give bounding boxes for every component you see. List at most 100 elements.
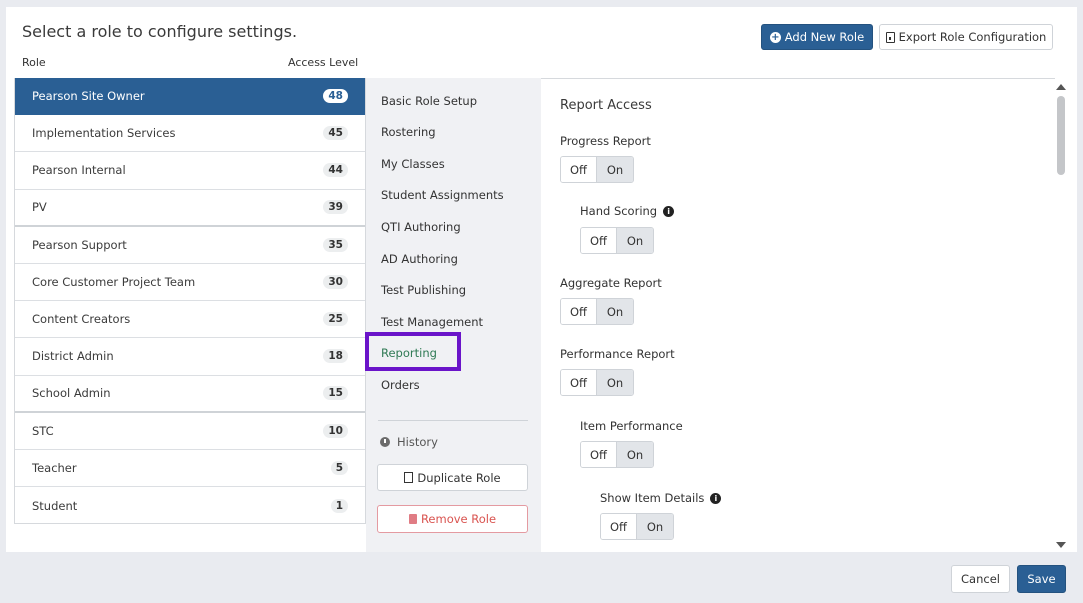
- toggle-on-option[interactable]: On: [617, 442, 653, 467]
- nav-item-ad-authoring[interactable]: AD Authoring: [381, 252, 458, 266]
- access-level-badge: 35: [323, 237, 348, 252]
- role-item-stc[interactable]: STC 10: [15, 413, 365, 450]
- item-performance-toggle[interactable]: Off On: [580, 441, 654, 468]
- role-name: School Admin: [32, 386, 111, 401]
- nav-item-rostering[interactable]: Rostering: [381, 125, 436, 139]
- role-item-district-admin[interactable]: District Admin 18: [15, 338, 365, 376]
- info-icon[interactable]: i: [710, 492, 722, 504]
- setting-label-text: Aggregate Report: [560, 276, 662, 290]
- access-level-badge: 25: [323, 312, 348, 327]
- toggle-on-option[interactable]: On: [617, 228, 653, 253]
- role-item-core-customer-project-team[interactable]: Core Customer Project Team 30: [15, 264, 365, 302]
- nav-item-qti-authoring[interactable]: QTI Authoring: [381, 220, 461, 234]
- toggle-off-option[interactable]: Off: [601, 514, 637, 539]
- toggle-on-option[interactable]: On: [637, 514, 673, 539]
- toggle-on-option[interactable]: On: [597, 370, 633, 395]
- nav-item-student-assignments[interactable]: Student Assignments: [381, 188, 504, 202]
- history-link[interactable]: History: [380, 435, 438, 449]
- access-level-badge: 1: [330, 498, 348, 513]
- role-name: STC: [32, 423, 54, 438]
- progress-report-toggle[interactable]: Off On: [560, 156, 634, 183]
- toggle-off-option[interactable]: Off: [561, 157, 597, 182]
- column-header-access-level: Access Level: [288, 56, 359, 69]
- remove-role-button[interactable]: Remove Role: [377, 505, 528, 533]
- access-level-badge: 15: [323, 386, 348, 401]
- access-level-badge: 48: [323, 89, 348, 104]
- cancel-button[interactable]: Cancel: [951, 565, 1010, 593]
- setting-label-aggregate-report: Aggregate Report: [560, 276, 662, 290]
- toggle-off-option[interactable]: Off: [581, 442, 617, 467]
- role-item-pearson-support[interactable]: Pearson Support 35: [15, 227, 365, 264]
- setting-label-progress-report: Progress Report: [560, 134, 651, 148]
- role-item-student[interactable]: Student 1: [15, 487, 365, 524]
- role-item-teacher[interactable]: Teacher 5: [15, 450, 365, 488]
- role-name: Pearson Support: [32, 237, 127, 252]
- role-item-implementation-services[interactable]: Implementation Services 45: [15, 115, 365, 153]
- access-level-badge: 10: [323, 423, 348, 438]
- file-export-icon: [885, 31, 895, 43]
- role-item-school-admin[interactable]: School Admin 15: [15, 376, 365, 413]
- role-item-content-creators[interactable]: Content Creators 25: [15, 301, 365, 339]
- info-icon[interactable]: i: [663, 205, 675, 217]
- reporting-highlight-box: [365, 332, 461, 371]
- duplicate-role-button[interactable]: Duplicate Role: [377, 464, 528, 491]
- setting-label-text: Show Item Details: [600, 491, 705, 505]
- role-item-pearson-site-owner[interactable]: Pearson Site Owner 48: [15, 78, 365, 116]
- hand-scoring-toggle[interactable]: Off On: [580, 227, 654, 254]
- toggle-off-option[interactable]: Off: [581, 228, 617, 253]
- role-name: Content Creators: [32, 312, 131, 327]
- role-name: Pearson Site Owner: [32, 89, 145, 104]
- page-title: Select a role to configure settings.: [22, 22, 298, 41]
- access-level-badge: 5: [330, 460, 348, 475]
- toggle-off-option[interactable]: Off: [561, 370, 597, 395]
- access-level-badge: 44: [323, 163, 348, 178]
- add-new-role-button[interactable]: + Add New Role: [761, 24, 873, 50]
- scroll-up-arrow-icon[interactable]: [1056, 84, 1066, 90]
- export-role-configuration-button[interactable]: Export Role Configuration: [879, 24, 1053, 50]
- plus-circle-icon: +: [769, 31, 781, 43]
- trash-icon: [408, 514, 417, 524]
- duplicate-role-label: Duplicate Role: [417, 470, 501, 485]
- setting-label-text: Progress Report: [560, 134, 651, 148]
- role-name: Teacher: [32, 460, 77, 475]
- role-item-pv[interactable]: PV 39: [15, 190, 365, 227]
- remove-role-label: Remove Role: [420, 512, 497, 526]
- role-name: PV: [32, 200, 47, 215]
- column-header-role: Role: [22, 56, 46, 69]
- scrollbar-thumb[interactable]: [1057, 96, 1065, 175]
- history-label: History: [397, 435, 438, 449]
- copy-icon: [404, 472, 414, 483]
- show-item-details-toggle[interactable]: Off On: [600, 513, 674, 540]
- setting-label-show-item-details: Show Item Details i: [600, 491, 722, 505]
- setting-label-hand-scoring: Hand Scoring i: [580, 204, 675, 218]
- setting-label-performance-report: Performance Report: [560, 347, 675, 361]
- access-level-badge: 18: [323, 349, 348, 364]
- role-list: Pearson Site Owner 48 Implementation Ser…: [14, 78, 366, 524]
- nav-item-orders[interactable]: Orders: [381, 378, 420, 392]
- role-item-pearson-internal[interactable]: Pearson Internal 44: [15, 152, 365, 190]
- setting-label-text: Item Performance: [580, 419, 683, 433]
- setting-label-text: Hand Scoring: [580, 204, 658, 218]
- role-name: Student: [32, 498, 78, 513]
- role-name: Pearson Internal: [32, 163, 126, 178]
- access-level-badge: 30: [323, 275, 348, 290]
- role-name: Core Customer Project Team: [32, 275, 196, 290]
- role-name: District Admin: [32, 349, 114, 364]
- nav-divider: [378, 420, 528, 421]
- scroll-down-arrow-icon[interactable]: [1056, 542, 1066, 548]
- nav-item-test-publishing[interactable]: Test Publishing: [381, 283, 466, 297]
- toggle-on-option[interactable]: On: [597, 299, 633, 324]
- role-name: Implementation Services: [32, 126, 176, 141]
- nav-item-basic-role-setup[interactable]: Basic Role Setup: [381, 94, 477, 108]
- save-button[interactable]: Save: [1017, 565, 1066, 593]
- nav-item-my-classes[interactable]: My Classes: [381, 157, 445, 171]
- toggle-on-option[interactable]: On: [597, 157, 633, 182]
- access-level-badge: 39: [323, 200, 348, 215]
- aggregate-report-toggle[interactable]: Off On: [560, 298, 634, 325]
- performance-report-toggle[interactable]: Off On: [560, 369, 634, 396]
- toggle-off-option[interactable]: Off: [561, 299, 597, 324]
- add-new-role-label: Add New Role: [784, 30, 865, 44]
- nav-item-test-management[interactable]: Test Management: [381, 315, 483, 329]
- export-role-configuration-label: Export Role Configuration: [898, 30, 1047, 44]
- clock-icon: [380, 437, 390, 447]
